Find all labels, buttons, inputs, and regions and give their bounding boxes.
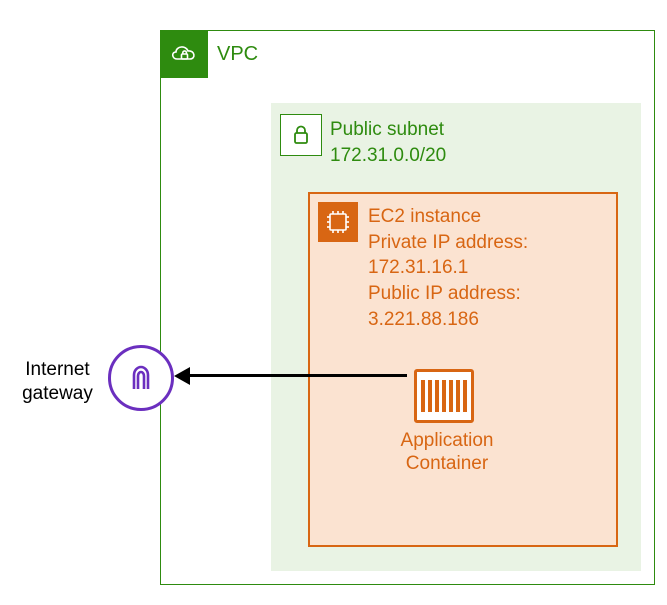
igw-label-line2: gateway	[22, 383, 93, 404]
ec2-chip-icon	[318, 202, 358, 242]
traffic-arrow-line	[184, 374, 407, 377]
subnet-labels: Public subnet 172.31.0.0/20	[330, 117, 446, 168]
vpc-label: VPC	[217, 43, 258, 66]
ec2-instance-box: EC2 instance Private IP address: 172.31.…	[308, 192, 618, 547]
ec2-pub-ip-label: Public IP address:	[368, 281, 528, 307]
internet-gateway-icon	[108, 345, 174, 411]
subnet-title: Public subnet	[330, 117, 446, 143]
ec2-title: EC2 instance	[368, 204, 528, 230]
igw-label-line1: Internet	[25, 359, 89, 380]
vpc-box: VPC Public subnet 172.31.0.0/20	[160, 30, 655, 585]
traffic-arrow-head-icon	[174, 367, 190, 385]
ec2-labels: EC2 instance Private IP address: 172.31.…	[368, 204, 528, 332]
container-label: Application Container	[392, 430, 502, 476]
subnet-lock-icon	[280, 114, 322, 156]
subnet-cidr: 172.31.0.0/20	[330, 143, 446, 169]
container-icon	[414, 369, 474, 423]
vpc-cloud-lock-icon	[160, 30, 208, 78]
container-label-line1: Application	[401, 430, 494, 451]
ec2-pub-ip-value: 3.221.88.186	[368, 307, 528, 333]
container-label-line2: Container	[406, 453, 488, 474]
internet-gateway-label: Internet gateway	[10, 358, 105, 406]
ec2-priv-ip-value: 172.31.16.1	[368, 255, 528, 281]
ec2-priv-ip-label: Private IP address:	[368, 230, 528, 256]
architecture-diagram: VPC Public subnet 172.31.0.0/20	[0, 0, 667, 605]
public-subnet-box: Public subnet 172.31.0.0/20	[271, 103, 641, 571]
